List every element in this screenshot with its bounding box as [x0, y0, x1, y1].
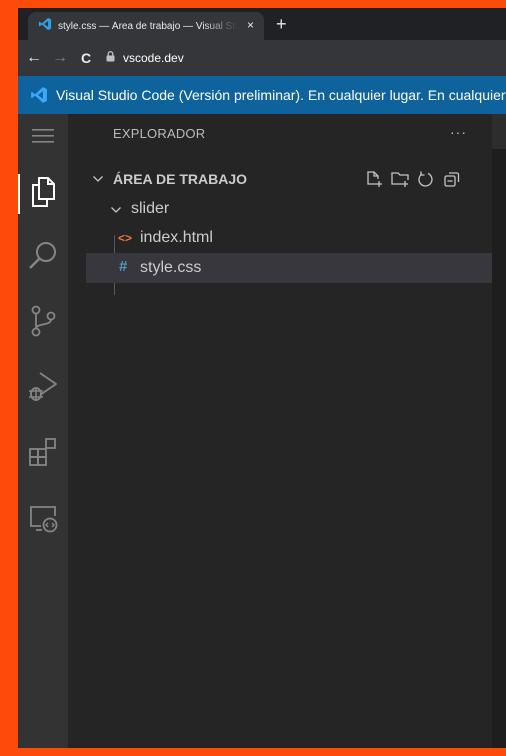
menu-button[interactable]: [18, 114, 68, 162]
tab-title: style.css — Área de trabajo — Visual Stu…: [58, 20, 238, 32]
tree-file-style-css[interactable]: # style.css: [86, 253, 492, 283]
explorer-title: EXPLORADOR: [113, 126, 206, 141]
new-file-icon[interactable]: [364, 169, 384, 189]
new-folder-icon[interactable]: [390, 169, 410, 189]
address-bar: ← → C vscode.dev: [18, 40, 506, 76]
back-button[interactable]: ←: [24, 49, 44, 67]
browser-tab[interactable]: style.css — Área de trabajo — Visual Stu…: [28, 12, 264, 40]
browser-window: style.css — Área de trabajo — Visual Stu…: [18, 8, 506, 748]
activity-bar: [18, 114, 68, 748]
workspace-title: ÁREA DE TRABAJO: [113, 171, 248, 187]
chevron-down-icon: [92, 172, 104, 190]
forward-button[interactable]: →: [50, 49, 70, 67]
section-actions: [364, 169, 462, 189]
tree-item-label: style.css: [140, 259, 202, 276]
search-icon: [27, 240, 59, 277]
activity-extensions[interactable]: [18, 430, 68, 478]
tree-folder-slider[interactable]: slider: [86, 194, 492, 224]
activity-explorer[interactable]: [18, 170, 68, 218]
html-file-icon: <>: [118, 231, 133, 245]
explorer-sidebar: EXPLORADOR ··· ÁREA DE TRABAJO slider <>…: [86, 114, 492, 748]
tree-item-label: index.html: [140, 229, 213, 246]
menu-icon: [32, 128, 54, 149]
lock-icon: [106, 49, 115, 67]
new-tab-button[interactable]: +: [276, 15, 287, 33]
banner-text: Visual Studio Code (Versión preliminar).…: [56, 87, 506, 103]
tree-item-label: slider: [131, 200, 170, 217]
activity-run-debug[interactable]: [18, 364, 68, 412]
reload-button[interactable]: C: [76, 50, 96, 66]
editor-area[interactable]: [492, 114, 506, 748]
extensions-icon: [27, 436, 59, 473]
activity-search[interactable]: [18, 234, 68, 282]
vscode-logo-icon: [30, 86, 48, 104]
url-field[interactable]: vscode.dev: [106, 46, 184, 70]
activity-source-control[interactable]: [18, 299, 68, 347]
refresh-icon[interactable]: [416, 169, 436, 189]
tab-strip: style.css — Área de trabajo — Visual Stu…: [18, 8, 506, 40]
tab-close-icon[interactable]: ×: [247, 18, 254, 32]
run-debug-icon: [27, 369, 59, 408]
collapse-all-icon[interactable]: [442, 169, 462, 189]
source-control-icon: [28, 304, 58, 343]
remote-explorer-icon: [27, 502, 59, 539]
activity-remote-explorer[interactable]: [18, 496, 68, 544]
sidebar-padding: [68, 114, 86, 748]
url-text: vscode.dev: [123, 51, 184, 65]
chevron-down-icon: [110, 203, 122, 221]
preview-banner: Visual Studio Code (Versión preliminar).…: [18, 76, 506, 114]
workspace-section-header[interactable]: ÁREA DE TRABAJO: [86, 166, 492, 190]
css-file-icon: #: [119, 258, 128, 275]
more-actions-icon[interactable]: ···: [450, 124, 467, 140]
explorer-files-icon: [28, 176, 58, 213]
vscode-logo-icon: [38, 17, 52, 36]
tree-file-index-html[interactable]: <> index.html: [86, 223, 492, 253]
